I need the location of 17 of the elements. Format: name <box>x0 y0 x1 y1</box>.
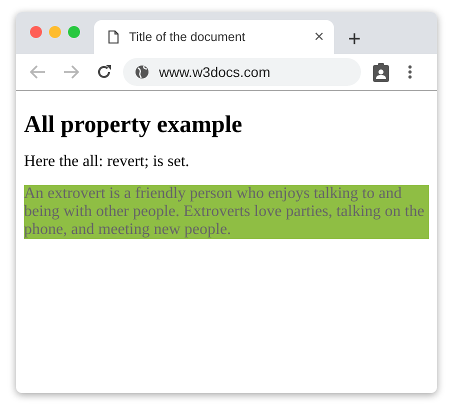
intro-text: Here the all: revert; is set. <box>24 153 190 171</box>
url-text: www.w3docs.com <box>159 64 270 80</box>
browser-tab[interactable]: Title of the document × <box>94 20 334 54</box>
reload-icon[interactable] <box>96 64 112 80</box>
document-icon <box>108 30 119 44</box>
highlighted-paragraph: An extrovert is a friendly person who enjoys talking to and being with other people. Extroverts love parties, talking on the phone, and meeting new people. <box>24 185 429 239</box>
globe-icon <box>135 65 149 79</box>
page-heading: All property example <box>24 112 244 139</box>
tab-title: Title of the document <box>129 30 246 44</box>
window-control[interactable] <box>49 26 61 38</box>
window-control[interactable] <box>30 26 42 38</box>
new-tab-button[interactable]: + <box>344 28 365 50</box>
clipboard-icon[interactable] <box>373 62 389 82</box>
address-bar[interactable]: www.w3docs.com <box>123 58 361 86</box>
close-tab-button[interactable]: × <box>312 27 326 47</box>
menu-icon[interactable] <box>408 65 412 79</box>
window-control[interactable] <box>68 26 80 38</box>
